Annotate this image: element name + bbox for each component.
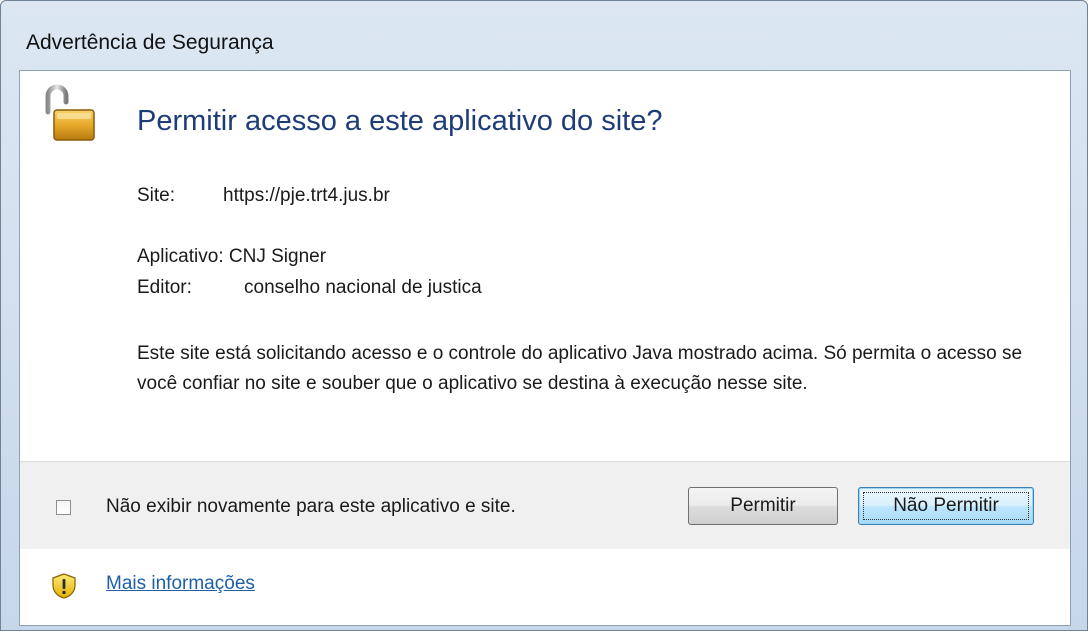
site-row: Site: https://pje.trt4.jus.br	[137, 185, 390, 207]
deny-button[interactable]: Não Permitir	[858, 487, 1034, 525]
dialog-footer: Não exibir novamente para este aplicativ…	[20, 461, 1070, 551]
title-bar[interactable]: Advertência de Segurança	[1, 1, 1087, 71]
window-title: Advertência de Segurança	[26, 31, 274, 54]
application-label: Aplicativo:	[137, 246, 224, 267]
site-value: https://pje.trt4.jus.br	[223, 185, 390, 206]
dont-show-again-checkbox[interactable]	[56, 500, 71, 515]
more-info-row: Mais informações	[20, 549, 1070, 625]
allow-button[interactable]: Permitir	[688, 487, 838, 525]
security-description: Este site está solicitando acesso e o co…	[137, 343, 1023, 394]
site-label: Site:	[137, 185, 176, 206]
security-warning-window: Advertência de Segurança Permitir acesso	[0, 0, 1088, 631]
dont-show-again-label[interactable]: Não exibir novamente para este aplicativ…	[106, 496, 516, 518]
unlocked-padlock-icon	[45, 84, 95, 141]
application-row: Aplicativo: CNJ Signer	[137, 246, 326, 268]
more-info-link[interactable]: Mais informações	[106, 573, 255, 595]
publisher-label: Editor:	[137, 277, 192, 298]
application-value: CNJ Signer	[228, 246, 327, 267]
focus-ring	[863, 492, 1029, 520]
publisher-row: Editor: conselho nacional de justica	[137, 277, 482, 299]
warning-shield-icon	[52, 573, 76, 599]
dialog-body: Permitir acesso a este aplicativo do sit…	[19, 70, 1071, 626]
dialog-heading: Permitir acesso a este aplicativo do sit…	[137, 105, 663, 137]
publisher-value: conselho nacional de justica	[244, 277, 482, 298]
